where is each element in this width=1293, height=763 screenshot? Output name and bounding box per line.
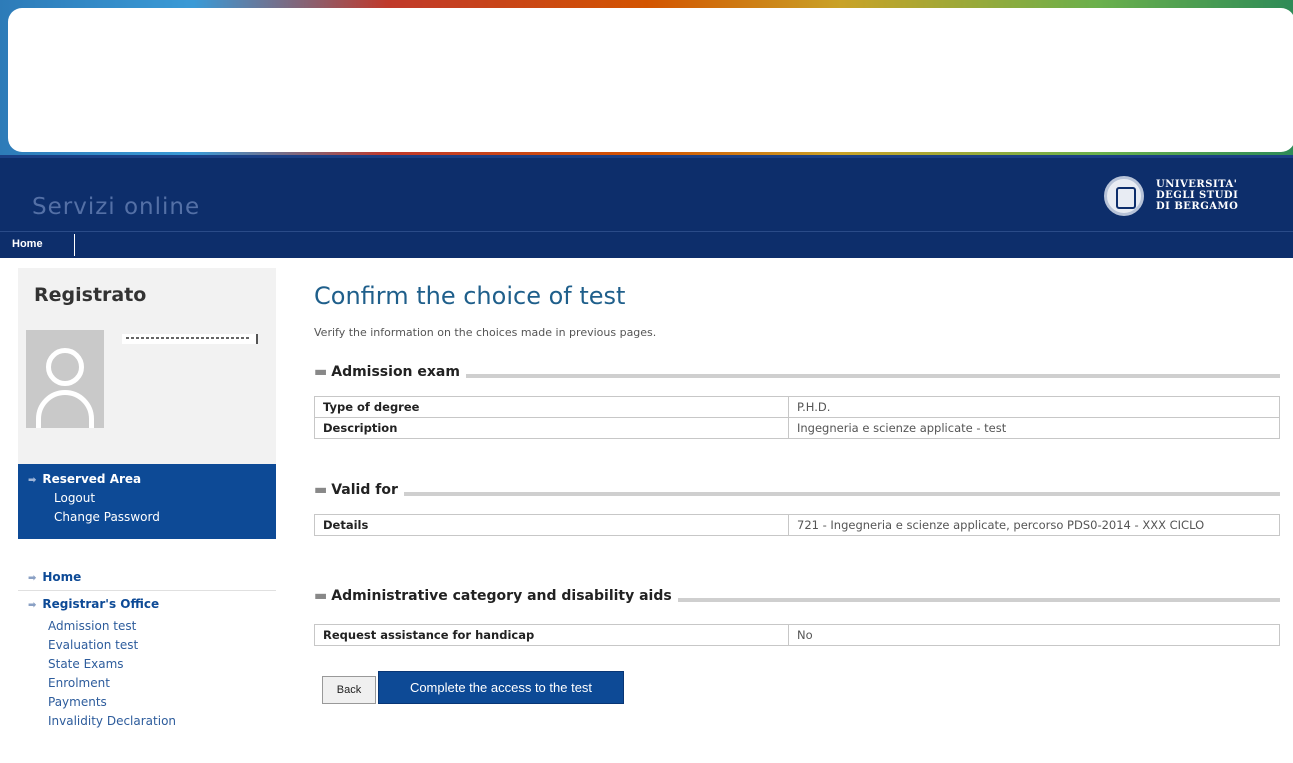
nav-bar: Home: [0, 231, 1293, 258]
site-header: Servizi online UNIVERSITA' DEGLI STUDI D…: [0, 155, 1293, 231]
university-name: UNIVERSITA' DEGLI STUDI DI BERGAMO: [1156, 179, 1286, 212]
logout-link[interactable]: Logout: [54, 491, 276, 505]
section-legend: ▬ Administrative category and disability …: [314, 588, 678, 604]
valid-for-table: Details 721 - Ingegneria e scienze appli…: [314, 514, 1280, 536]
page-title: Confirm the choice of test: [314, 282, 626, 310]
row-value: P.H.D.: [788, 396, 1280, 418]
section-legend: ▬ Admission exam: [314, 364, 466, 380]
row-key: Details: [314, 514, 789, 536]
section-legend-text: Valid for: [331, 482, 398, 498]
reserved-area: ➡ Reserved Area Logout Change Password: [18, 464, 276, 539]
university-name-line: DI BERGAMO: [1156, 201, 1239, 212]
arrow-right-icon: ➡: [28, 475, 37, 486]
nav-home-link[interactable]: Home: [12, 238, 43, 250]
sidebar-item-evaluation-test[interactable]: Evaluation test: [48, 636, 276, 655]
row-key: Description: [314, 417, 789, 439]
avatar: [26, 330, 104, 428]
university-name-line: UNIVERSITA': [1156, 179, 1238, 190]
arrow-right-icon: ➡: [28, 600, 37, 611]
change-password-link[interactable]: Change Password: [54, 510, 276, 524]
section-legend: ▬ Valid for: [314, 482, 404, 498]
sidebar-item-label: Registrar's Office: [42, 597, 160, 611]
admin-category-table: Request assistance for handicap No: [314, 624, 1280, 646]
university-name-line: DEGLI STUDI: [1156, 190, 1239, 201]
sidebar-item-state-exams[interactable]: State Exams: [48, 655, 276, 674]
admission-exam-table: Type of degree P.H.D. Description Ingegn…: [314, 396, 1280, 439]
sidebar-item-label: Home: [42, 570, 82, 584]
section-divider: [314, 492, 1280, 496]
avatar-head-icon: [46, 348, 84, 386]
sidebar-item-home[interactable]: ➡ Home: [18, 564, 276, 591]
back-button[interactable]: Back: [322, 676, 376, 704]
banner-card: [8, 8, 1293, 152]
sidebar-item-admission-test[interactable]: Admission test: [48, 617, 276, 636]
intro-text: Verify the information on the choices ma…: [314, 326, 657, 339]
table-row: Description Ingegneria e scienze applica…: [314, 417, 1280, 439]
avatar-body-icon: [36, 390, 94, 428]
complete-access-button[interactable]: Complete the access to the test: [378, 671, 624, 704]
sidebar-item-invalidity-declaration[interactable]: Invalidity Declaration: [48, 712, 276, 731]
site-title: Servizi online: [32, 194, 201, 220]
user-name-redacted: [122, 334, 258, 344]
sidebar-menu: ➡ Home ➡ Registrar's Office Admission test…: [18, 564, 276, 731]
table-row: Request assistance for handicap No: [314, 624, 1280, 646]
sidebar-item-enrolment[interactable]: Enrolment: [48, 674, 276, 693]
reserved-area-title[interactable]: ➡ Reserved Area: [28, 472, 276, 486]
reserved-area-label: Reserved Area: [42, 472, 142, 486]
sidebar-item-registrars-office[interactable]: ➡ Registrar's Office: [18, 591, 276, 617]
row-value: 721 - Ingegneria e scienze applicate, pe…: [788, 514, 1280, 536]
sidebar-item-payments[interactable]: Payments: [48, 693, 276, 712]
row-value: Ingegneria e scienze applicate - test: [788, 417, 1280, 439]
sidebar-title: Registrato: [34, 284, 147, 306]
row-key: Request assistance for handicap: [314, 624, 789, 646]
row-key: Type of degree: [314, 396, 789, 418]
arrow-right-icon: ➡: [28, 573, 37, 584]
profile-box: Registrato: [18, 268, 276, 464]
table-row: Type of degree P.H.D.: [314, 396, 1280, 418]
table-row: Details 721 - Ingegneria e scienze appli…: [314, 514, 1280, 536]
nav-divider: [74, 234, 75, 256]
row-value: No: [788, 624, 1280, 646]
section-legend-text: Admission exam: [331, 364, 460, 380]
section-legend-text: Administrative category and disability a…: [331, 588, 672, 604]
university-seal-icon: [1104, 176, 1144, 216]
